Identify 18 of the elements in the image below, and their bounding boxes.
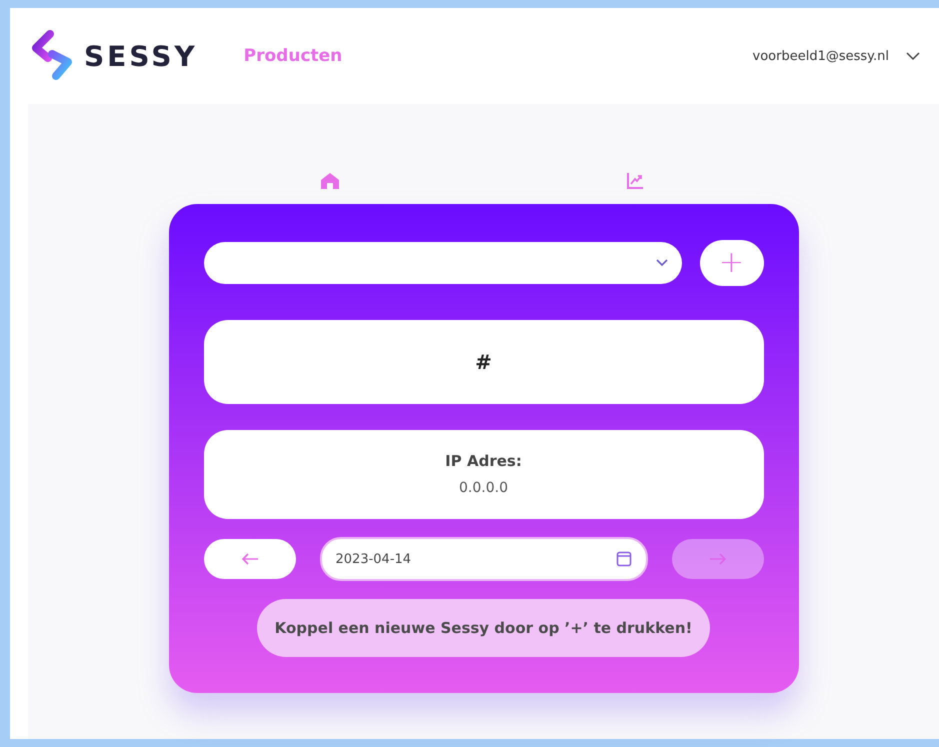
chevron-down-icon: [656, 259, 668, 267]
logo-text: SESSY: [84, 40, 198, 72]
nav-link[interactable]: Producten: [244, 46, 342, 66]
chevron-down-icon[interactable]: [905, 51, 921, 61]
date-field[interactable]: 2023-04-14: [320, 537, 648, 581]
info-message: Koppel een nieuwe Sessy door op ’+’ te drukken!: [256, 599, 710, 657]
ip-value: 0.0.0.0: [459, 480, 508, 496]
serial-number: #: [475, 350, 492, 374]
calendar-icon: [616, 551, 632, 567]
home-icon[interactable]: [320, 172, 340, 190]
arrow-right-icon: [708, 553, 726, 565]
ip-label: IP Adres:: [445, 452, 522, 470]
chart-icon[interactable]: [626, 172, 644, 190]
add-button[interactable]: +: [700, 240, 764, 286]
user-email: voorbeeld1@sessy.nl: [752, 48, 889, 64]
previous-button[interactable]: [204, 539, 296, 579]
arrow-left-icon: [240, 553, 258, 565]
device-select[interactable]: [204, 242, 682, 284]
